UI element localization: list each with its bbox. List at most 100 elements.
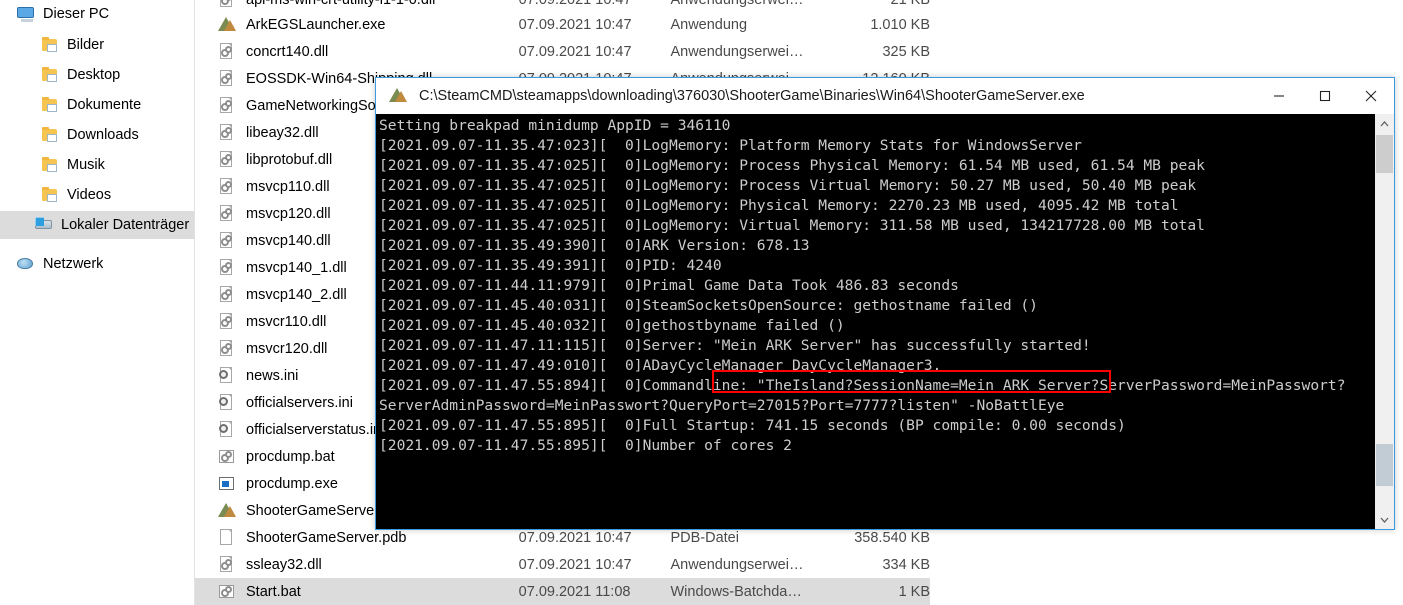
sidebar-item-label: Netzwerk bbox=[43, 256, 103, 272]
dll-file-icon bbox=[217, 339, 236, 358]
file-name-label: msvcp140_1.dll bbox=[246, 260, 347, 276]
console-scrollbar[interactable] bbox=[1374, 114, 1394, 529]
file-name-label: ShooterGameServer.pdb bbox=[246, 530, 406, 546]
file-type-cell: Anwendungserwei… bbox=[670, 44, 837, 60]
file-name-label: msvcr110.dll bbox=[246, 314, 326, 330]
sidebar-item[interactable]: Bilder bbox=[0, 31, 195, 59]
dll-file-icon bbox=[217, 285, 236, 304]
sidebar-item-label: Dokumente bbox=[67, 97, 141, 113]
ark-app-icon bbox=[217, 15, 236, 34]
file-name-cell: Start.bat bbox=[195, 582, 519, 601]
dll-file-icon bbox=[217, 96, 236, 115]
ini-file-icon bbox=[217, 393, 236, 412]
computer-icon bbox=[16, 5, 36, 23]
file-date-cell: 07.09.2021 10:47 bbox=[519, 0, 671, 8]
table-row[interactable]: Start.bat07.09.2021 11:08Windows-Batchda… bbox=[195, 578, 930, 605]
sidebar-item-label: Dieser PC bbox=[43, 6, 109, 22]
dll-file-icon bbox=[217, 42, 236, 61]
console-line: [2021.09.07-11.47.55:894][ 0]Commandline… bbox=[379, 376, 1374, 396]
file-name-label: msvcp140_2.dll bbox=[246, 287, 347, 303]
console-line: [2021.09.07-11.44.11:979][ 0]Primal Game… bbox=[379, 276, 1374, 296]
file-name-label: news.ini bbox=[246, 368, 298, 384]
folder-videos-icon bbox=[40, 186, 60, 204]
file-size-cell: 21 KB bbox=[837, 0, 930, 8]
sidebar-item[interactable]: Netzwerk bbox=[0, 250, 195, 278]
exe-file-icon bbox=[217, 474, 236, 493]
sidebar-item-label: Desktop bbox=[67, 67, 120, 83]
local-disk-icon bbox=[34, 216, 54, 234]
dll-file-icon bbox=[217, 555, 236, 574]
file-name-label: msvcp110.dll bbox=[246, 179, 330, 195]
file-name-label: msvcp140.dll bbox=[246, 233, 331, 249]
maximize-button[interactable] bbox=[1302, 78, 1348, 114]
console-line: ServerAdminPassword=MeinPasswort?QueryPo… bbox=[379, 396, 1374, 416]
file-name-label: officialserverstatus.ini bbox=[246, 422, 384, 438]
folder-downloads-icon bbox=[40, 126, 60, 144]
sidebar-item[interactable]: Musik bbox=[0, 151, 195, 179]
table-row[interactable]: ArkEGSLauncher.exe07.09.2021 10:47Anwend… bbox=[195, 11, 930, 38]
file-size-cell: 334 KB bbox=[837, 557, 930, 573]
sidebar-item[interactable]: Videos bbox=[0, 181, 195, 209]
table-row[interactable]: concrt140.dll 07.09.2021 10:47Anwendungse… bbox=[195, 38, 930, 65]
file-name-label: procdump.bat bbox=[246, 449, 335, 465]
file-name-label: ArkEGSLauncher.exe bbox=[246, 17, 385, 33]
file-name-label: libprotobuf.dll bbox=[246, 152, 332, 168]
sidebar-item[interactable]: Dokumente bbox=[0, 91, 195, 119]
console-line: [2021.09.07-11.45.40:031][ 0]SteamSocket… bbox=[379, 296, 1374, 316]
console-line: [2021.09.07-11.47.55:895][ 0]Full Startu… bbox=[379, 416, 1374, 436]
ini-file-icon bbox=[217, 420, 236, 439]
file-name-cell: api-ms-win-crt-utility-l1-1-0.dll bbox=[195, 0, 519, 9]
folder-pictures-icon bbox=[40, 36, 60, 54]
file-type-cell: Anwendungserwei… bbox=[670, 557, 837, 573]
navigation-pane: Dieser PC Bilder Desktop Dokumente Downloads… bbox=[0, 0, 195, 605]
file-date-cell: 07.09.2021 10:47 bbox=[519, 44, 671, 60]
console-output-area[interactable]: Setting breakpad minidump AppID = 346110… bbox=[376, 114, 1394, 529]
sidebar-item[interactable]: Dieser PC bbox=[0, 0, 195, 28]
table-row[interactable]: ssleay32.dll07.09.2021 10:47Anwendungser… bbox=[195, 551, 930, 578]
file-name-cell: ssleay32.dll bbox=[195, 555, 519, 574]
sidebar-item[interactable]: Downloads bbox=[0, 121, 195, 149]
console-line: [2021.09.07-11.35.47:025][ 0]LogMemory: … bbox=[379, 156, 1374, 176]
console-line: Setting breakpad minidump AppID = 346110 bbox=[379, 116, 1374, 136]
console-titlebar[interactable]: C:\SteamCMD\steamapps\downloading\376030… bbox=[376, 78, 1394, 114]
folder-documents-icon bbox=[40, 96, 60, 114]
dll-file-icon bbox=[217, 258, 236, 277]
file-size-cell: 1.010 KB bbox=[837, 17, 930, 33]
scrollbar-thumb-secondary[interactable] bbox=[1376, 444, 1393, 486]
scroll-up-arrow[interactable] bbox=[1375, 114, 1394, 133]
sidebar-item-label: Musik bbox=[67, 157, 105, 173]
scrollbar-thumb[interactable] bbox=[1376, 135, 1393, 173]
file-name-label: officialservers.ini bbox=[246, 395, 353, 411]
console-line: [2021.09.07-11.35.47:025][ 0]LogMemory: … bbox=[379, 176, 1374, 196]
close-button[interactable] bbox=[1348, 78, 1394, 114]
file-type-cell: Windows-Batchda… bbox=[670, 584, 837, 600]
folder-music-icon bbox=[40, 156, 60, 174]
file-name-cell: ShooterGameServer.pdb bbox=[195, 528, 519, 547]
file-date-cell: 07.09.2021 11:08 bbox=[519, 584, 671, 600]
ark-app-icon bbox=[217, 501, 236, 520]
file-name-label: concrt140.dll bbox=[246, 44, 328, 60]
file-type-cell: Anwendungserwei… bbox=[670, 0, 837, 8]
minimize-button[interactable] bbox=[1256, 78, 1302, 114]
file-type-cell: Anwendung bbox=[670, 17, 837, 33]
sidebar-item[interactable]: Lokaler Datenträger bbox=[0, 211, 195, 239]
file-name-label: msvcr120.dll bbox=[246, 341, 327, 357]
dll-file-icon bbox=[217, 231, 236, 250]
file-size-cell: 358.540 KB bbox=[837, 530, 930, 546]
dll-file-icon bbox=[217, 312, 236, 331]
console-line: [2021.09.07-11.47.11:115][ 0]Server: "Me… bbox=[379, 336, 1374, 356]
file-name-label: ssleay32.dll bbox=[246, 557, 322, 573]
console-window: C:\SteamCMD\steamapps\downloading\376030… bbox=[375, 77, 1395, 530]
plain-file-icon bbox=[217, 528, 236, 547]
dll-file-icon bbox=[217, 204, 236, 223]
console-line: [2021.09.07-11.35.47:025][ 0]LogMemory: … bbox=[379, 196, 1374, 216]
ini-file-icon bbox=[217, 366, 236, 385]
scroll-down-arrow[interactable] bbox=[1375, 510, 1394, 529]
sidebar-item[interactable]: Desktop bbox=[0, 61, 195, 89]
console-title: C:\SteamCMD\steamapps\downloading\376030… bbox=[419, 88, 1256, 104]
dll-file-icon bbox=[217, 0, 236, 9]
console-line: [2021.09.07-11.35.49:390][ 0]ARK Version… bbox=[379, 236, 1374, 256]
file-name-label: procdump.exe bbox=[246, 476, 338, 492]
console-line: [2021.09.07-11.35.49:391][ 0]PID: 4240 bbox=[379, 256, 1374, 276]
file-date-cell: 07.09.2021 10:47 bbox=[519, 530, 671, 546]
